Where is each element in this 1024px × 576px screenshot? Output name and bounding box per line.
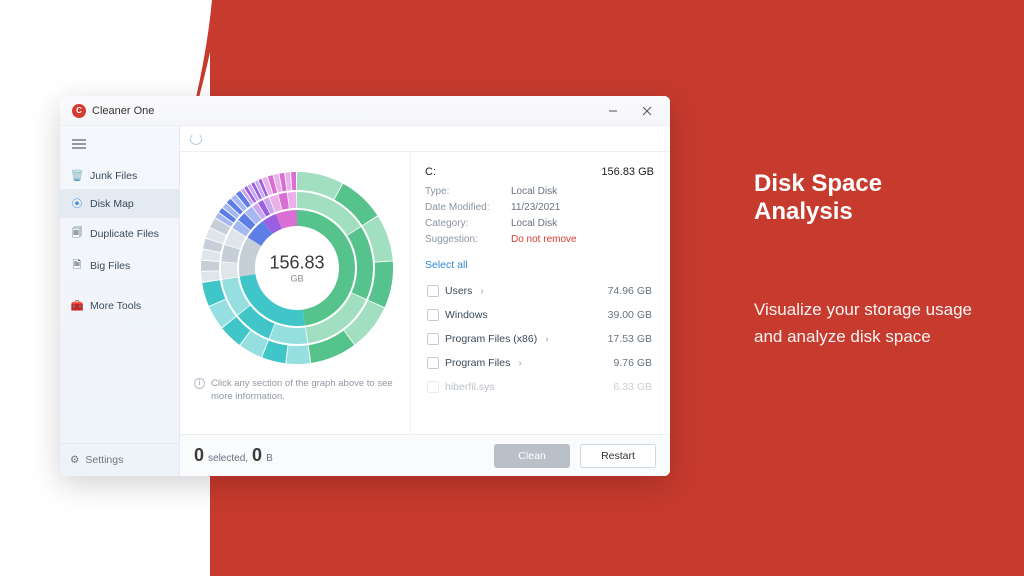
selected-bytes-label: B xyxy=(266,453,273,464)
sidebar-item-disk-map[interactable]: ⦿ Disk Map xyxy=(60,189,179,218)
sidebar-item-label: Settings xyxy=(85,454,123,466)
sidebar-item-big-files[interactable]: 🗎 Big Files xyxy=(60,250,179,282)
chart-hint: i Click any section of the graph above t… xyxy=(194,378,400,404)
app-title: Cleaner One xyxy=(92,105,154,117)
chevron-right-icon: › xyxy=(480,286,483,297)
restart-button[interactable]: Restart xyxy=(580,444,656,468)
chevron-right-icon: › xyxy=(518,358,521,369)
disk-sunburst-chart[interactable]: 156.83 GB xyxy=(197,168,397,368)
folder-list: Users › 74.96 GB Windows 39.00 GB Program Fil… xyxy=(425,279,654,434)
close-icon xyxy=(642,106,652,116)
bigfiles-icon: 🗎 xyxy=(70,257,84,275)
item-name: Program Files (x86) xyxy=(445,333,537,345)
item-name: hiberfil.sys xyxy=(445,381,495,393)
info-icon: i xyxy=(194,378,205,389)
sidebar-item-label: More Tools xyxy=(90,300,141,312)
selected-count: 0 xyxy=(194,445,204,466)
item-size: 6.33 GB xyxy=(613,381,652,393)
drive-name: C: xyxy=(425,166,436,178)
list-item[interactable]: Users › 74.96 GB xyxy=(425,279,654,303)
sidebar-item-duplicate-files[interactable]: 🗐 Duplicate Files xyxy=(60,218,179,250)
checkbox[interactable] xyxy=(427,285,439,297)
checkbox[interactable] xyxy=(427,357,439,369)
type-value: Local Disk xyxy=(511,186,654,197)
list-item[interactable]: hiberfil.sys 6.33 GB xyxy=(425,375,654,399)
duplicate-icon: 🗐 xyxy=(70,225,84,243)
marketing-copy: Disk Space Analysis Visualize your stora… xyxy=(754,170,984,350)
list-item[interactable]: Program Files › 9.76 GB xyxy=(425,351,654,375)
sidebar-item-label: Junk Files xyxy=(90,170,137,182)
list-item[interactable]: Windows 39.00 GB xyxy=(425,303,654,327)
sidebar-item-settings[interactable]: ⚙ Settings xyxy=(60,443,179,476)
item-name: Program Files xyxy=(445,357,510,369)
item-name: Users xyxy=(445,285,472,297)
titlebar: C Cleaner One xyxy=(60,96,670,126)
item-size: 74.96 GB xyxy=(608,285,652,297)
chart-center-label: 156.83 GB xyxy=(269,253,324,284)
details-panel: C: 156.83 GB Type: Local Disk Date Modif… xyxy=(410,152,670,434)
checkbox[interactable] xyxy=(427,381,439,393)
close-button[interactable] xyxy=(630,97,664,125)
sidebar-item-label: Duplicate Files xyxy=(90,228,159,240)
sidebar-item-junk-files[interactable]: 🗑️ Junk Files xyxy=(60,162,179,189)
selected-count-label: selected, xyxy=(208,453,248,464)
selection-status: 0 selected, 0 B xyxy=(194,445,273,466)
marketing-subtitle: Visualize your storage usage and analyze… xyxy=(754,296,984,350)
chart-center-unit: GB xyxy=(269,274,324,284)
sidebar-item-label: Disk Map xyxy=(90,198,134,210)
suggest-value: Do not remove xyxy=(511,234,654,245)
sidebar-item-more-tools[interactable]: 🧰 More Tools xyxy=(60,292,179,319)
modified-value: 11/23/2021 xyxy=(511,202,654,213)
disk-map-icon: ⦿ xyxy=(70,196,84,211)
list-item[interactable]: Program Files (x86) › 17.53 GB xyxy=(425,327,654,351)
minimize-icon xyxy=(608,106,618,116)
trash-icon: 🗑️ xyxy=(70,169,84,182)
chart-center-value: 156.83 xyxy=(269,253,324,274)
tools-icon: 🧰 xyxy=(70,299,84,312)
item-size: 9.76 GB xyxy=(613,357,652,369)
item-size: 39.00 GB xyxy=(608,309,652,321)
hamburger-button[interactable] xyxy=(60,130,179,158)
modified-label: Date Modified: xyxy=(425,202,511,213)
category-value: Local Disk xyxy=(511,218,654,229)
type-label: Type: xyxy=(425,186,511,197)
main-panel: 156.83 GB i Click any section of the gra… xyxy=(180,126,670,476)
checkbox[interactable] xyxy=(427,309,439,321)
chart-hint-text: Click any section of the graph above to … xyxy=(211,378,400,404)
minimize-button[interactable] xyxy=(596,97,630,125)
refresh-icon[interactable] xyxy=(190,133,202,145)
checkbox[interactable] xyxy=(427,333,439,345)
select-all-link[interactable]: Select all xyxy=(425,259,654,271)
sidebar: 🗑️ Junk Files ⦿ Disk Map 🗐 Duplicate Fil… xyxy=(60,126,180,476)
category-label: Category: xyxy=(425,218,511,229)
suggest-label: Suggestion: xyxy=(425,234,511,245)
item-name: Windows xyxy=(445,309,488,321)
selected-bytes: 0 xyxy=(252,445,262,466)
hamburger-icon xyxy=(72,139,86,149)
drive-size: 156.83 GB xyxy=(601,166,654,178)
breadcrumb xyxy=(180,126,670,152)
marketing-title: Disk Space Analysis xyxy=(754,170,984,226)
clean-button[interactable]: Clean xyxy=(494,444,570,468)
item-size: 17.53 GB xyxy=(608,333,652,345)
footer-bar: 0 selected, 0 B Clean Restart xyxy=(180,434,670,476)
chevron-right-icon: › xyxy=(545,334,548,345)
app-window: C Cleaner One 🗑️ Junk Files ⦿ Disk Map xyxy=(60,96,670,476)
app-logo-icon: C xyxy=(72,104,86,118)
gear-icon: ⚙ xyxy=(70,454,79,466)
sidebar-item-label: Big Files xyxy=(90,260,130,272)
